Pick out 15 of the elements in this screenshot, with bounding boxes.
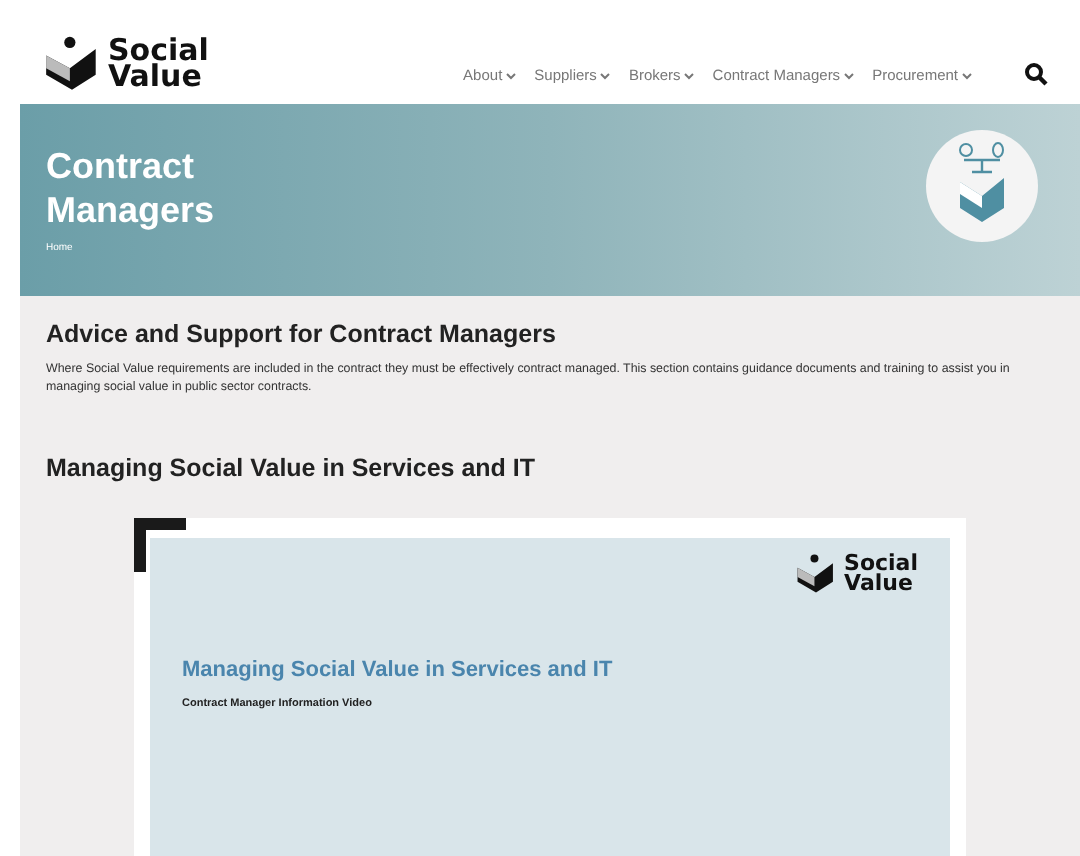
chevron-down-icon xyxy=(684,72,695,80)
search-icon[interactable] xyxy=(1024,62,1048,86)
page-title: Contract Managers xyxy=(46,143,215,234)
scales-badge-icon xyxy=(924,128,1040,244)
logo-text: Social Value xyxy=(844,554,918,594)
logo-mark-icon xyxy=(44,36,100,92)
logo-mark-icon xyxy=(796,554,837,595)
chevron-down-icon xyxy=(600,72,611,80)
chevron-down-icon xyxy=(506,72,517,80)
section-heading: Managing Social Value in Services and IT xyxy=(46,452,538,487)
chevron-down-icon xyxy=(962,72,972,80)
logo-text: Social Value xyxy=(108,37,209,91)
section-heading: Advice and Support for Contract Managers xyxy=(46,318,558,352)
slide-title: Managing Social Value in Services and IT xyxy=(182,656,615,687)
chevron-down-icon xyxy=(844,72,855,80)
